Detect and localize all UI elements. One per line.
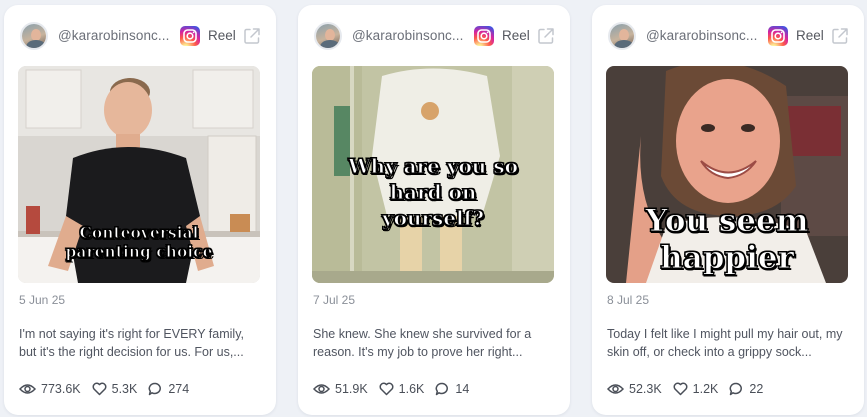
post-card[interactable]: @kararobinsonc... Reel Conteoversial par… — [4, 5, 276, 415]
reel-thumbnail[interactable]: You seem happier — [606, 66, 848, 283]
comment-icon — [729, 382, 743, 396]
likes-count: 5.3K — [111, 382, 138, 396]
comments-stat: 14 — [435, 382, 469, 396]
likes-stat: 1.2K — [673, 382, 719, 396]
account-handle[interactable]: @kararobinsonc... — [352, 28, 463, 43]
heart-icon — [379, 382, 394, 396]
overlay-line: hard on — [389, 180, 477, 205]
likes-count: 1.6K — [398, 382, 425, 396]
avatar[interactable] — [608, 22, 636, 50]
comments-count: 22 — [749, 382, 764, 396]
eye-icon — [19, 384, 36, 394]
post-type-label: Reel — [208, 28, 236, 43]
card-header: @kararobinsonc... Reel — [4, 21, 276, 51]
overlay-line: You seem — [645, 203, 809, 240]
avatar[interactable] — [314, 22, 342, 50]
reel-thumbnail[interactable]: Why are you so hard on yourself? — [312, 66, 554, 283]
likes-stat: 1.6K — [379, 382, 425, 396]
comments-count: 14 — [455, 382, 470, 396]
card-header: @kararobinsonc... Reel — [298, 21, 570, 51]
views-count: 773.6K — [41, 382, 81, 396]
instagram-icon — [180, 26, 200, 46]
post-caption: Today I felt like I might pull my hair o… — [607, 327, 843, 359]
external-link-icon[interactable] — [536, 26, 556, 46]
overlay-line: yourself? — [382, 206, 485, 231]
reel-overlay-text: Conteoversial parenting choice — [18, 223, 260, 262]
post-date: 8 Jul 25 — [607, 293, 650, 307]
external-link-icon[interactable] — [242, 26, 262, 46]
external-link-icon[interactable] — [830, 26, 850, 46]
overlay-line: Why are you so — [348, 154, 519, 179]
post-stats: 773.6K 5.3K 274 — [19, 381, 200, 397]
reel-overlay-text: Why are you so hard on yourself? — [312, 153, 554, 231]
comment-icon — [435, 382, 449, 396]
overlay-line: happier — [660, 240, 795, 277]
views-count: 51.9K — [335, 382, 368, 396]
eye-icon — [313, 384, 330, 394]
reel-thumbnail[interactable]: Conteoversial parenting choice — [18, 66, 260, 283]
comments-count: 274 — [168, 382, 190, 396]
post-date: 5 Jun 25 — [19, 293, 66, 307]
account-handle[interactable]: @kararobinsonc... — [58, 28, 169, 43]
comments-stat: 22 — [729, 382, 763, 396]
views-stat: 52.3K — [607, 382, 662, 396]
post-caption: She knew. She knew she survived for a re… — [313, 327, 532, 359]
post-type-label: Reel — [796, 28, 824, 43]
views-count: 52.3K — [629, 382, 662, 396]
views-stat: 773.6K — [19, 382, 81, 396]
post-stats: 52.3K 1.2K 22 — [607, 381, 774, 397]
views-stat: 51.9K — [313, 382, 368, 396]
overlay-line: Conteoversial — [79, 223, 199, 243]
comment-icon — [148, 382, 162, 396]
card-header: @kararobinsonc... Reel — [592, 21, 864, 51]
account-handle[interactable]: @kararobinsonc... — [646, 28, 757, 43]
post-date: 7 Jul 25 — [313, 293, 356, 307]
post-type-label: Reel — [502, 28, 530, 43]
avatar[interactable] — [20, 22, 48, 50]
reel-overlay-text: You seem happier — [606, 203, 848, 277]
overlay-line: parenting choice — [65, 242, 213, 262]
instagram-icon — [474, 26, 494, 46]
heart-icon — [673, 382, 688, 396]
post-stats: 51.9K 1.6K 14 — [313, 381, 480, 397]
post-card[interactable]: @kararobinsonc... Reel Why are you so ha… — [298, 5, 570, 415]
eye-icon — [607, 384, 624, 394]
heart-icon — [92, 382, 107, 396]
likes-stat: 5.3K — [92, 382, 138, 396]
comments-stat: 274 — [148, 382, 189, 396]
post-card[interactable]: @kararobinsonc... Reel You seem happier … — [592, 5, 864, 415]
post-caption: I'm not saying it's right for EVERY fami… — [19, 327, 244, 359]
likes-count: 1.2K — [692, 382, 719, 396]
instagram-icon — [768, 26, 788, 46]
